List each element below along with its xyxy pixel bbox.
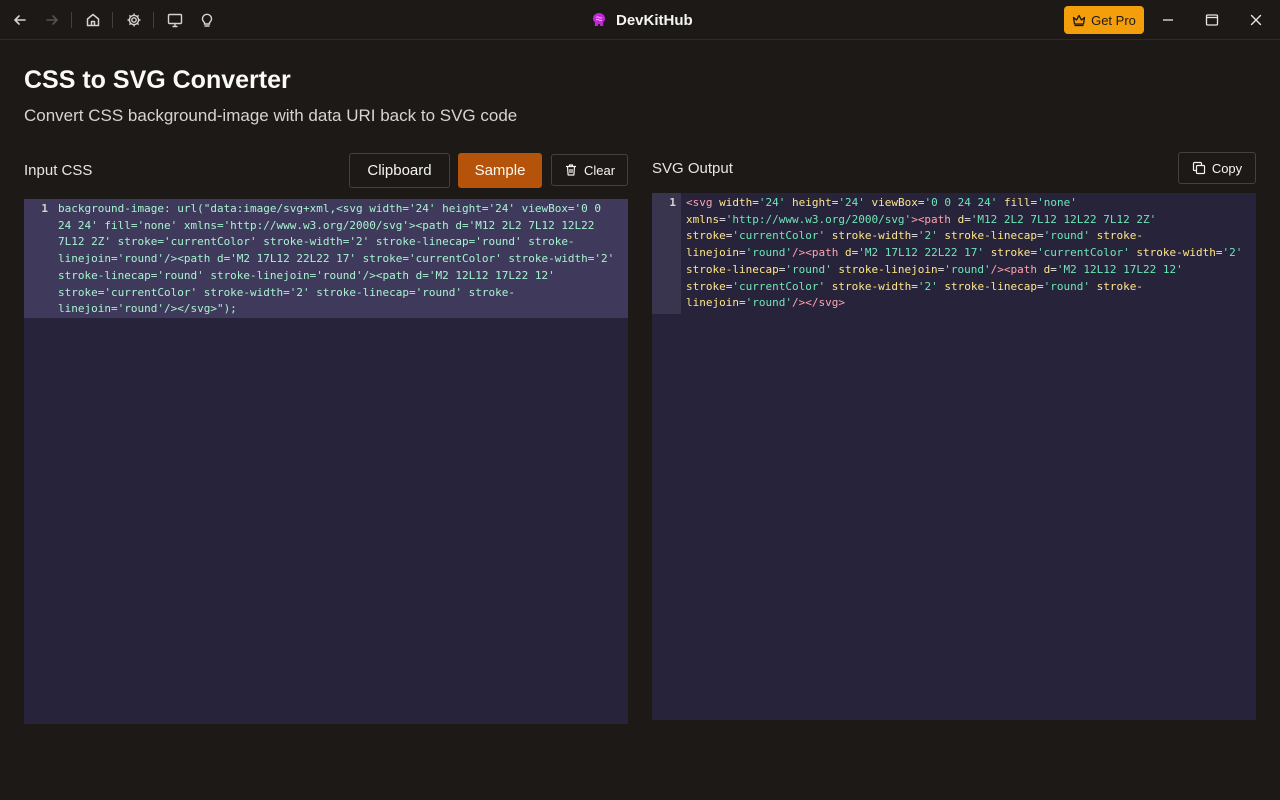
editor-line: 1 background-image: url("data:image/svg+…	[24, 199, 628, 318]
title-bar: DevKitHub Get Pro	[0, 0, 1280, 40]
brain-logo-icon	[593, 13, 605, 26]
crown-icon	[1072, 14, 1086, 27]
copy-icon	[1192, 161, 1205, 175]
input-css-code[interactable]: background-image: url("data:image/svg+xm…	[58, 201, 628, 318]
close-icon[interactable]	[1246, 10, 1266, 30]
maximize-icon[interactable]	[1202, 10, 1222, 30]
svg-output-editor[interactable]: 1 <svg width='24' height='24' viewBox='0…	[652, 193, 1256, 720]
monitor-icon[interactable]	[163, 8, 187, 32]
app-title: DevKitHub	[590, 10, 693, 30]
copy-label: Copy	[1211, 160, 1243, 176]
svg-output-label: SVG Output	[652, 160, 733, 177]
toolbar-divider	[153, 12, 154, 28]
input-css-label: Input CSS	[24, 162, 93, 179]
get-pro-label: Get Pro	[1091, 12, 1136, 28]
line-number: 1	[41, 202, 48, 215]
copy-button[interactable]: Copy	[1178, 152, 1256, 184]
clear-label: Clear	[583, 162, 616, 178]
page-title: CSS to SVG Converter	[24, 66, 291, 94]
line-number: 1	[669, 196, 676, 209]
toolbar-divider	[112, 12, 113, 28]
get-pro-button[interactable]: Get Pro	[1064, 6, 1144, 34]
clipboard-button[interactable]: Clipboard	[349, 153, 450, 188]
clear-button[interactable]: Clear	[551, 154, 628, 186]
svg-output-code[interactable]: <svg width='24' height='24' viewBox='0 0…	[686, 195, 1256, 312]
page-subtitle: Convert CSS background-image with data U…	[24, 106, 518, 125]
sample-button[interactable]: Sample	[458, 153, 542, 188]
arrow-left-icon[interactable]	[8, 8, 32, 32]
toolbar-divider	[71, 12, 72, 28]
home-icon[interactable]	[81, 8, 105, 32]
lightbulb-icon[interactable]	[195, 8, 219, 32]
trash-icon	[565, 164, 576, 176]
arrow-right-icon[interactable]	[40, 8, 64, 32]
minimize-icon[interactable]	[1158, 10, 1178, 30]
input-css-editor[interactable]: 1 background-image: url("data:image/svg+…	[24, 199, 628, 724]
app-name: DevKitHub	[616, 11, 693, 29]
gear-icon[interactable]	[122, 8, 146, 32]
editor-line: 1 <svg width='24' height='24' viewBox='0…	[652, 195, 1256, 312]
